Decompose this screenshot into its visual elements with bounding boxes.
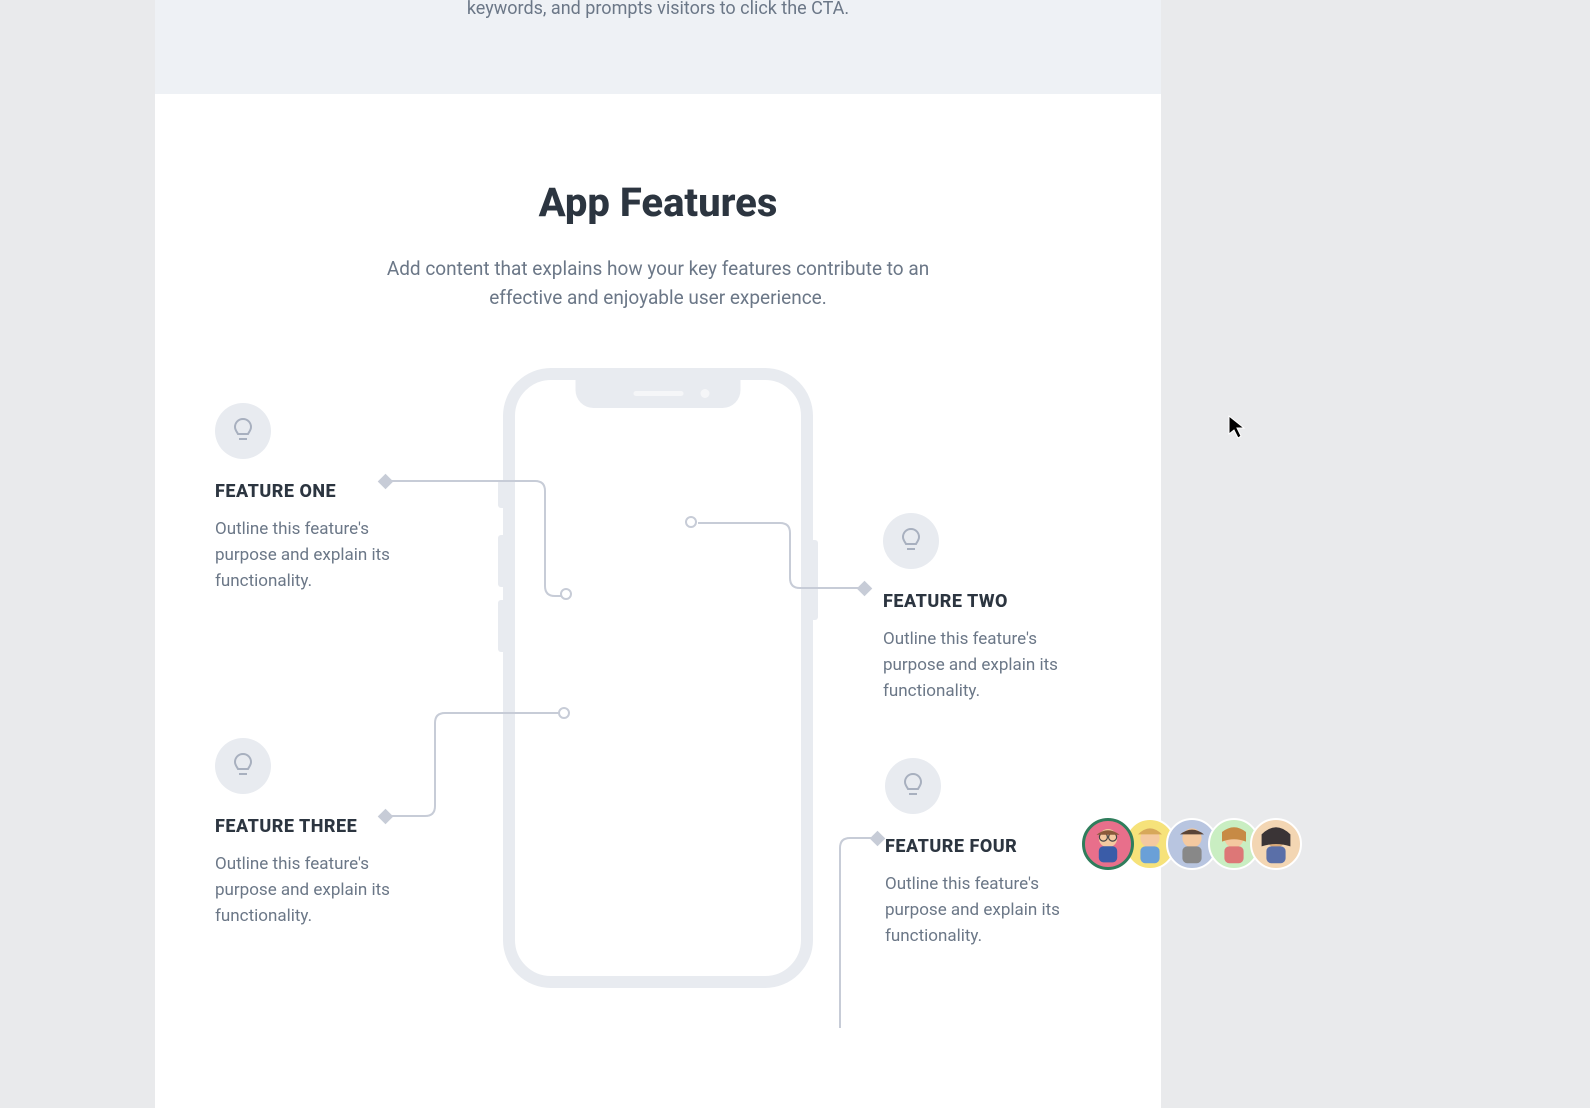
connector-circle: [685, 516, 697, 528]
lightbulb-icon: [883, 513, 939, 569]
lightbulb-icon: [215, 403, 271, 459]
hero-section: keywords, and prompts visitors to click …: [155, 0, 1161, 94]
feature-title[interactable]: FEATURE ONE: [215, 481, 415, 502]
phone-speaker: [633, 391, 683, 396]
avatar[interactable]: [1082, 818, 1134, 870]
lightbulb-icon: [215, 738, 271, 794]
feature-title[interactable]: FEATURE TWO: [883, 591, 1083, 612]
feature-block-one[interactable]: FEATURE ONE Outline this feature's purpo…: [215, 403, 415, 595]
collaborator-avatars[interactable]: [1092, 818, 1302, 870]
phone-camera: [700, 389, 709, 398]
connector-line: [385, 708, 585, 828]
feature-description[interactable]: Outline this feature's purpose and expla…: [885, 871, 1085, 950]
feature-title[interactable]: FEATURE FOUR: [885, 836, 1085, 857]
template-canvas: keywords, and prompts visitors to click …: [155, 0, 1161, 1108]
features-section: App Features Add content that explains h…: [155, 94, 1161, 1108]
avatar[interactable]: [1250, 818, 1302, 870]
connector-line: [690, 518, 890, 608]
phone-notch: [576, 380, 741, 408]
feature-block-two[interactable]: FEATURE TWO Outline this feature's purpo…: [883, 513, 1083, 705]
feature-description[interactable]: Outline this feature's purpose and expla…: [215, 516, 415, 595]
feature-block-four[interactable]: FEATURE FOUR Outline this feature's purp…: [885, 758, 1085, 950]
connector-line: [385, 476, 585, 606]
features-heading[interactable]: App Features: [215, 179, 1101, 226]
connector-circle: [558, 707, 570, 719]
phone-button: [498, 600, 503, 652]
mouse-cursor-icon: [1227, 414, 1249, 440]
phone-mockup: [503, 368, 813, 988]
features-subtitle[interactable]: Add content that explains how your key f…: [358, 254, 958, 313]
lightbulb-icon: [885, 758, 941, 814]
connector-circle: [560, 588, 572, 600]
feature-description[interactable]: Outline this feature's purpose and expla…: [883, 626, 1083, 705]
features-layout: FEATURE ONE Outline this feature's purpo…: [215, 368, 1101, 1068]
feature-description[interactable]: Outline this feature's purpose and expla…: [215, 851, 415, 930]
hero-partial-text[interactable]: keywords, and prompts visitors to click …: [348, 0, 968, 24]
feature-title[interactable]: FEATURE THREE: [215, 816, 415, 837]
feature-block-three[interactable]: FEATURE THREE Outline this feature's pur…: [215, 738, 415, 930]
